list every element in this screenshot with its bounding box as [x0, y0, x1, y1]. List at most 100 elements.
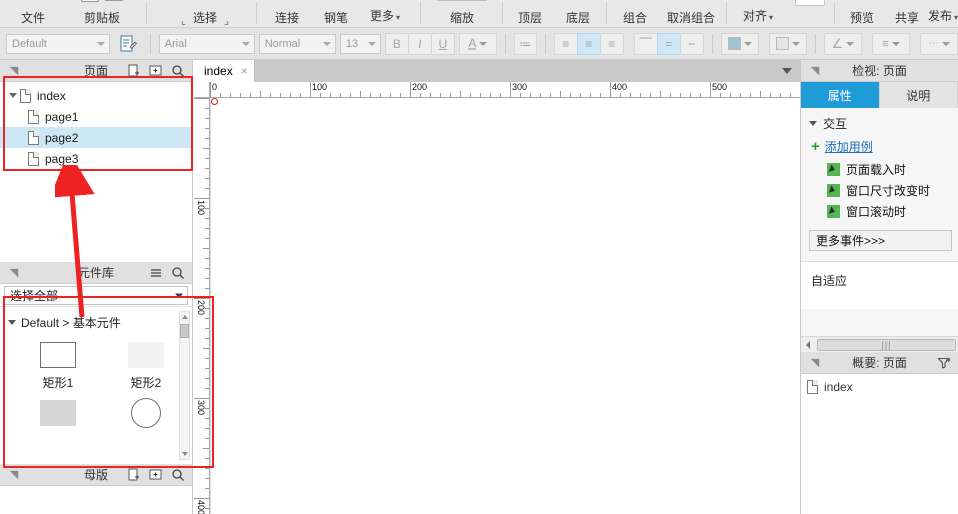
shadow-button[interactable]	[769, 33, 807, 55]
ribbon-group-ungroup[interactable]: 取消组合	[660, 0, 722, 28]
ruler-tick-v	[205, 488, 209, 489]
chevron-down-icon-tabs[interactable]	[782, 68, 792, 74]
ribbon-group-pen[interactable]: 钢笔	[314, 0, 358, 28]
library-item-rect3[interactable]	[14, 397, 102, 432]
tab-properties[interactable]: 属性	[801, 82, 880, 108]
ribbon-group-zoom[interactable]: 缩放	[428, 0, 496, 28]
page-tree-item-page2[interactable]: page2	[0, 127, 192, 148]
ribbon-group-publish[interactable]: 发布▾	[926, 0, 958, 28]
close-icon[interactable]: ×	[241, 64, 248, 78]
outline-item-index[interactable]: index	[801, 374, 958, 394]
bullet-list-button[interactable]: ≔	[514, 33, 537, 55]
library-item-rect1[interactable]: 矩形1	[14, 339, 102, 391]
chevron-down-icon-category[interactable]	[8, 320, 16, 325]
add-master-icon[interactable]	[126, 467, 142, 483]
canvas-surface[interactable]	[210, 98, 800, 514]
font-weight-select[interactable]: Normal	[259, 34, 336, 54]
ribbon-group-group[interactable]: 组合	[612, 0, 658, 28]
library-select-value: 选择全部	[10, 287, 58, 304]
font-size-select[interactable]: 13	[340, 34, 381, 54]
page-tree-item-page1[interactable]: page1	[0, 106, 192, 127]
scroll-up-icon[interactable]	[180, 312, 189, 322]
valign-middle-button[interactable]: =	[657, 33, 681, 55]
canvas-tab-index[interactable]: index ×	[194, 60, 255, 82]
ribbon-group-select[interactable]: ⌞ 选择 ⌟	[160, 0, 250, 28]
collapse-arrow-icon-lib[interactable]: ◥	[4, 263, 24, 283]
paste-icon[interactable]	[81, 0, 99, 2]
ribbon-label-preview: 预览	[850, 12, 874, 28]
interactions-section-header[interactable]: 交互	[801, 108, 958, 136]
hamburger-icon[interactable]	[148, 265, 164, 281]
ruler-tick	[250, 93, 251, 97]
scroll-down-icon[interactable]	[180, 449, 189, 459]
valign-top-button[interactable]: ⎺	[634, 33, 658, 55]
library-category-label: Default > 基本元件	[21, 314, 121, 331]
valign-bottom-button[interactable]: ⎯	[680, 33, 704, 55]
collapse-arrow-icon-masters[interactable]: ◥	[4, 465, 24, 485]
library-item-circle[interactable]	[102, 397, 190, 432]
ribbon-group-share[interactable]: 共享	[886, 0, 928, 28]
library-category-row[interactable]: Default > 基本元件	[0, 307, 192, 335]
add-page-icon[interactable]	[126, 63, 142, 79]
collapse-arrow-icon-outline[interactable]: ◥	[805, 353, 825, 373]
bold-button[interactable]: B	[385, 33, 409, 55]
tab-notes[interactable]: 说明	[880, 82, 958, 108]
ribbon-group-front[interactable]: 顶层	[508, 0, 552, 28]
ribbon-group-preview[interactable]: 预览	[840, 0, 884, 28]
library-select[interactable]: 选择全部	[4, 286, 188, 305]
align-left-button[interactable]: ≡	[554, 33, 578, 55]
inspector-hscrollbar[interactable]: |||	[801, 336, 958, 352]
style-editor-icon[interactable]	[118, 34, 138, 54]
hscrollbar-thumb[interactable]: |||	[817, 339, 956, 351]
ruler-tick	[330, 93, 331, 97]
interaction-arrow-icon[interactable]	[795, 0, 825, 6]
add-folder-icon[interactable]	[148, 63, 164, 79]
pages-tree[interactable]: index page1 page2 page3	[0, 82, 192, 262]
filter-icon[interactable]	[936, 355, 952, 371]
ribbon-group-back[interactable]: 底层	[556, 0, 600, 28]
event-row-window-resize[interactable]: 窗口尺寸改变时	[801, 180, 958, 201]
ribbon-group-connect[interactable]: 连接	[262, 0, 312, 28]
scrollbar-thumb[interactable]	[180, 324, 189, 338]
font-family-select[interactable]: Arial	[159, 34, 255, 54]
event-row-page-load[interactable]: 页面载入时	[801, 159, 958, 180]
ribbon-group-clipboard[interactable]: 剪贴板	[66, 0, 138, 28]
align-center-button[interactable]: ≡	[577, 33, 601, 55]
expand-triangle-icon[interactable]	[6, 93, 20, 98]
add-folder-icon-masters[interactable]	[148, 467, 164, 483]
library-item-rect2[interactable]: 矩形2	[102, 339, 190, 391]
fill-color-button[interactable]	[721, 33, 759, 55]
collapse-arrow-icon-inspector[interactable]: ◥	[805, 61, 825, 81]
ribbon-group-file[interactable]: 文件	[4, 0, 62, 28]
format-divider-4	[712, 34, 713, 54]
line-width-button[interactable]: ≡	[872, 33, 910, 55]
ruler-tick-v	[205, 318, 209, 319]
more-events-button[interactable]: 更多事件>>>	[809, 230, 952, 251]
font-color-button[interactable]: A	[459, 33, 497, 55]
align-right-button[interactable]: ≡	[600, 33, 624, 55]
scroll-left-icon[interactable]	[801, 338, 815, 352]
search-icon-masters[interactable]	[170, 467, 186, 483]
italic-button[interactable]: I	[408, 33, 432, 55]
search-icon[interactable]	[170, 63, 186, 79]
line-dash-button[interactable]: ⋯	[920, 33, 958, 55]
style-select[interactable]: Default	[6, 34, 110, 54]
ribbon-group-align[interactable]: 对齐▾	[730, 0, 786, 28]
library-scrollbar[interactable]	[179, 311, 190, 460]
ribbon-group-more[interactable]: 更多▾	[360, 0, 410, 28]
page-tree-item-page3[interactable]: page3	[0, 148, 192, 169]
underline-button[interactable]: U	[431, 33, 455, 55]
page-tree-item-index[interactable]: index	[0, 85, 192, 106]
collapse-arrow-icon[interactable]: ◥	[4, 61, 24, 81]
chevron-down-icon-interactions[interactable]	[809, 121, 817, 126]
adaptive-label: 自适应	[811, 274, 847, 288]
add-case-link[interactable]: 添加用例	[825, 138, 873, 155]
search-icon-lib[interactable]	[170, 265, 186, 281]
copy-icon[interactable]	[105, 0, 123, 1]
event-row-window-scroll[interactable]: 窗口滚动时	[801, 201, 958, 222]
line-style-button[interactable]: ∠	[824, 33, 862, 55]
ribbon-label-align: 对齐▾	[743, 10, 773, 28]
ribbon-group-interaction[interactable]	[790, 0, 830, 28]
add-case-row[interactable]: + 添加用例	[801, 136, 958, 159]
zoom-input[interactable]	[437, 0, 487, 1]
